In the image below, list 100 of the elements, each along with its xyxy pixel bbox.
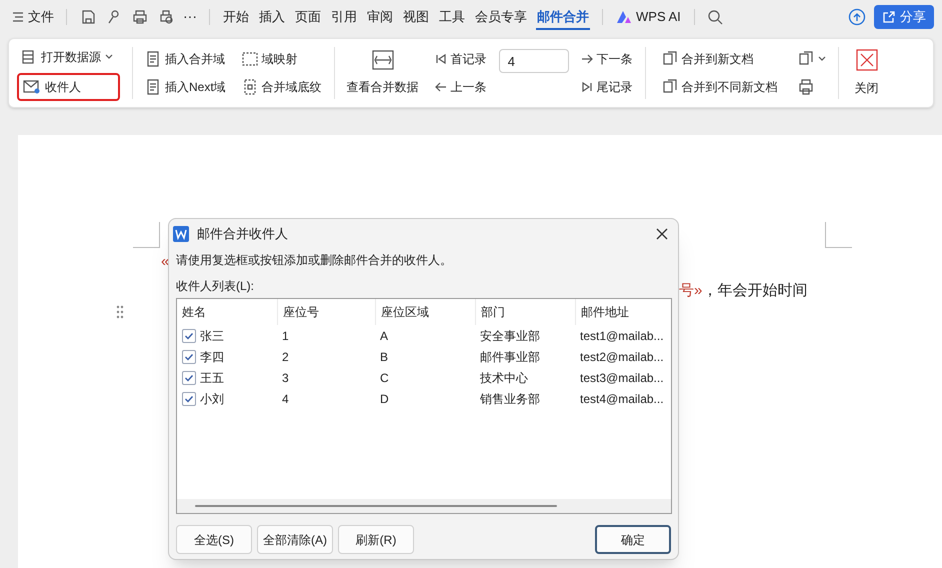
instruction-text: 请使用复选框或按钮添加或删除邮件合并的收件人。: [176, 252, 453, 269]
printer-icon[interactable]: [132, 8, 148, 24]
checkbox[interactable]: [182, 370, 196, 384]
cloud-upload-icon[interactable]: [848, 8, 866, 26]
copy-icon: [662, 79, 678, 95]
ribbon-tab[interactable]: 引用: [326, 0, 362, 33]
open-data-source-button[interactable]: 打开数据源: [17, 45, 120, 69]
first-record-button[interactable]: 首记录: [430, 47, 491, 71]
merge-to-separate-documents-button[interactable]: 合并到不同新文档: [658, 75, 782, 99]
table-cell: C: [380, 370, 389, 384]
dialog-title: 邮件合并收件人: [197, 224, 289, 243]
ribbon-tab[interactable]: 页面: [290, 0, 326, 33]
table-cell-text: 小刘: [200, 390, 224, 408]
column-header[interactable]: 邮件地址: [575, 299, 671, 325]
dialog-button[interactable]: 全选(S): [176, 525, 252, 554]
table-cell: 1: [282, 328, 289, 342]
skip-end-icon: [580, 81, 593, 93]
arrow-right-icon: [580, 53, 593, 65]
check-icon: [184, 372, 194, 382]
column-header[interactable]: 座位区域: [375, 299, 475, 325]
share-button[interactable]: 分享: [874, 4, 934, 28]
merge-field-text: 号»: [679, 280, 702, 300]
close-icon: [656, 228, 668, 240]
table-cell: test1@mailab...: [580, 328, 664, 342]
column-header[interactable]: 座位号: [277, 299, 375, 325]
table-cell-text: 张三: [200, 328, 224, 344]
insert-merge-field-button[interactable]: 插入合并域: [141, 47, 230, 71]
dialog-button[interactable]: 全部清除(A): [257, 525, 333, 554]
corner-mark: [825, 222, 852, 248]
table-cell: 3: [282, 370, 289, 384]
ribbon-tab[interactable]: 开始: [218, 0, 254, 33]
print-preview-icon[interactable]: [158, 8, 174, 24]
ribbon-tab[interactable]: 视图: [398, 0, 434, 33]
list-label: 收件人列表(L):: [176, 278, 255, 295]
record-number-field[interactable]: 4: [498, 49, 569, 73]
view-merged-data-button[interactable]: 查看合并数据: [342, 50, 423, 96]
table-cell: test2@mailab...: [580, 350, 664, 364]
ribbon-tab[interactable]: 邮件合并: [532, 0, 594, 33]
recipients-button[interactable]: 收件人: [17, 73, 120, 101]
previous-record-button[interactable]: 上一条: [430, 75, 491, 99]
table-cell: D: [380, 392, 389, 406]
checkbox[interactable]: [182, 350, 196, 364]
ai-tab[interactable]: WPS AI: [611, 0, 686, 33]
table-cell: 邮件事业部: [480, 350, 540, 364]
document-icon: [145, 51, 161, 67]
save-icon[interactable]: [80, 8, 96, 24]
ai-logo-icon: [616, 10, 632, 24]
table-cell: 4: [282, 392, 289, 406]
caret-icon: [105, 54, 113, 60]
envelope-icon: [23, 79, 41, 95]
table-cell: 技术中心: [480, 370, 528, 384]
column-header[interactable]: 部门: [475, 299, 575, 325]
last-record-button[interactable]: 尾记录: [576, 75, 637, 99]
search-icon[interactable]: [706, 8, 723, 24]
dashed-document-icon: [242, 79, 258, 95]
close-box-icon: [856, 49, 878, 71]
caret-icon: [818, 56, 826, 62]
close-mail-merge-button[interactable]: 关闭: [842, 39, 891, 107]
table-cell: B: [380, 350, 388, 364]
table-cell: test4@mailab...: [580, 392, 664, 406]
check-icon: [184, 394, 194, 404]
recipient-list[interactable]: 姓名 座位号 座位区域 部门 邮件地址 张三 1 A 安全事业部 test1@mailab... 李四 2 B 邮件事业部 test2@mailab... 王五 3 C 技术中心 test3@mailab... 小刘 4 D 销售业务部 test4@mailab...: [176, 298, 672, 514]
ribbon-tab[interactable]: 工具: [434, 0, 470, 33]
merge-to-new-document-button[interactable]: 合并到新文档: [658, 47, 782, 71]
dialog-button[interactable]: 刷新(R): [338, 525, 414, 554]
word-logo-icon: [173, 226, 189, 242]
ok-button[interactable]: 确定: [595, 525, 671, 554]
arrow-left-icon: [434, 81, 447, 93]
drag-handle-icon[interactable]: [116, 305, 124, 319]
corner-mark: [133, 222, 160, 248]
horizontal-scrollbar[interactable]: [177, 499, 671, 513]
check-icon: [184, 352, 194, 362]
field-shading-button[interactable]: 合并域底纹: [238, 75, 326, 99]
file-menu-button[interactable]: 文件: [8, 6, 58, 26]
insert-next-field-button[interactable]: 插入Next域: [141, 75, 230, 99]
table-cell-text: 王五: [200, 370, 224, 386]
menu-icon: [12, 10, 24, 22]
next-record-button[interactable]: 下一条: [576, 47, 637, 71]
ribbon-tab[interactable]: 会员专享: [470, 0, 532, 33]
table-cell: 2: [282, 350, 289, 364]
copy-icon: [798, 51, 814, 67]
table-cell: test3@mailab...: [580, 370, 664, 384]
more-button[interactable]: ···: [179, 6, 201, 27]
document-icon: [145, 79, 161, 95]
field-frame-icon: [372, 50, 394, 70]
checkbox[interactable]: [182, 328, 196, 342]
checkbox[interactable]: [182, 392, 196, 406]
field-mapping-button[interactable]: 域映射: [238, 47, 326, 71]
skip-start-icon: [434, 53, 447, 65]
copy-icon: [662, 51, 678, 67]
column-header[interactable]: 姓名: [177, 299, 277, 325]
table-cell: 销售业务部: [480, 392, 540, 406]
table-cell: A: [380, 328, 388, 342]
dashed-frame-icon: [242, 51, 258, 67]
document-text: ，年会开始时间: [702, 280, 808, 300]
share-icon: [882, 10, 896, 24]
ribbon-tab[interactable]: 审阅: [362, 0, 398, 33]
table-cell: 安全事业部: [480, 328, 540, 342]
ribbon-tab[interactable]: 插入: [254, 0, 290, 33]
table-cell-text: 李四: [200, 348, 224, 366]
